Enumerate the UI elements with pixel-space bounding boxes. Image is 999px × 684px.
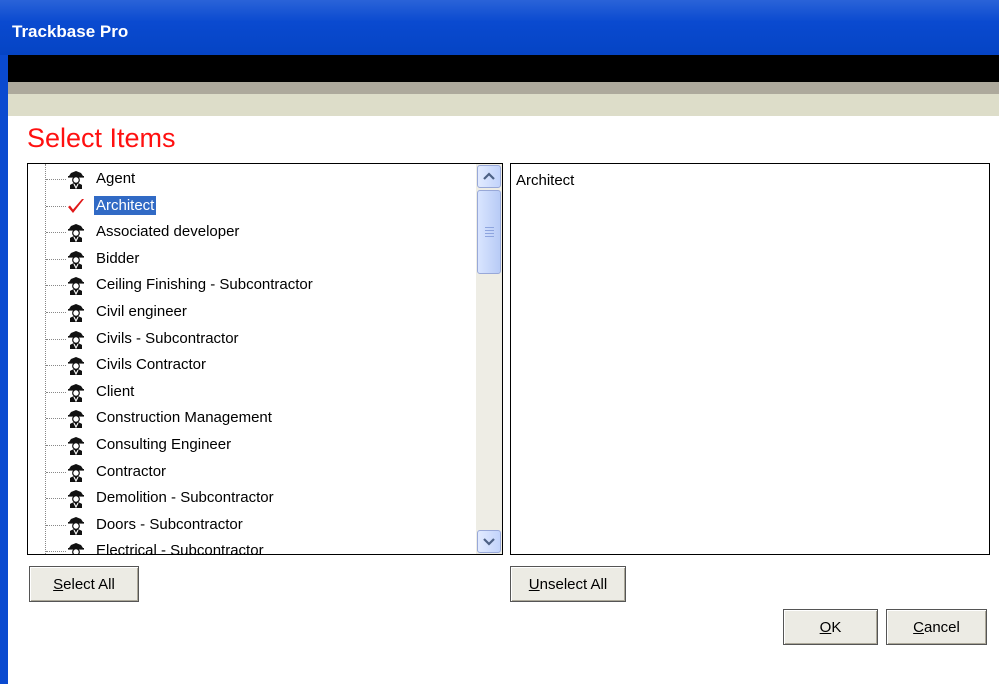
tree-item-label: Client [96,382,135,400]
tree-connector [46,232,66,234]
tree-item-label: Architect [94,195,157,215]
window-border [0,55,8,684]
person-icon [66,541,86,554]
tree-item-label: Construction Management [96,409,272,427]
tree-item[interactable]: Civil engineer [28,299,476,325]
tree-item-label: Ceiling Finishing - Subcontractor [96,276,313,294]
tree-item[interactable]: Client [28,379,476,405]
tree-item-label: Consulting Engineer [96,436,232,453]
scroll-down-button[interactable] [477,530,501,553]
ok-mnemonic: O [819,618,832,636]
cancel-button[interactable]: Cancel [886,609,987,645]
scroll-up-button[interactable] [477,165,501,188]
unselect-all-label: nselect All [539,575,608,593]
cancel-label: ancel [923,618,960,636]
tree-connector [46,258,66,260]
tree-item-label: Civils - Subcontractor [96,329,239,347]
tree-item-label: Civil engineer [96,303,187,320]
tree-connector [46,445,66,446]
tree-connector [46,179,66,180]
person-icon [66,275,86,296]
available-items-list[interactable]: Agent Architect Associated developer Bidder… [27,163,503,555]
toolbar-band [8,94,999,116]
person-icon [66,355,86,376]
page-title: Select Items [27,123,176,153]
person-icon [66,435,86,456]
tree-item[interactable]: Civils - Subcontractor [28,326,476,352]
tree-item-label: Contractor [96,462,167,480]
ok-button[interactable]: OK [783,609,878,645]
tree-item[interactable]: Architect [28,193,476,219]
cancel-mnemonic: C [913,618,924,636]
thumb-grip-line [485,236,494,237]
tree-item-label: Electrical - Subcontractor [96,542,264,554]
tree-item-label: Associated developer [96,223,240,241]
tree-item[interactable]: Bidder [28,246,476,272]
tree-item[interactable]: Electrical - Subcontractor [28,538,476,554]
unselect-all-mnemonic: U [528,575,540,593]
tree-connector [46,391,66,393]
tree-item[interactable]: Associated developer [28,219,476,245]
person-icon [66,222,86,243]
thumb-grip-line [485,227,494,228]
select-all-mnemonic: S [53,575,64,593]
person-icon [66,249,86,270]
person-icon [66,329,86,349]
ok-label: K [831,618,842,636]
chevron-down-icon [483,538,495,546]
tree-item[interactable]: Civils Contractor [28,352,476,378]
tree-item[interactable]: Agent [28,166,476,192]
tree-connector [46,471,66,473]
tree-item[interactable]: Consulting Engineer [28,432,476,458]
items-tree: Agent Architect Associated developer Bidder… [28,164,476,554]
person-icon [66,488,86,509]
scroll-thumb[interactable] [477,190,501,274]
title-bar[interactable]: Trackbase Pro [0,0,999,55]
tree-item[interactable]: Doors - Subcontractor [28,512,476,538]
tree-connector [46,338,66,340]
tree-connector [46,285,66,287]
select-all-label: elect All [63,575,115,593]
thumb-grip-line [485,230,494,231]
person-icon [66,515,86,536]
unselect-all-button[interactable]: Unselect All [510,566,626,602]
header-stripe [8,82,999,94]
checkmark-icon[interactable] [66,196,86,216]
tree-connector [46,498,66,500]
person-icon [66,382,86,403]
tree-connector [46,365,66,367]
tree-connector [46,551,66,553]
tree-item[interactable]: Ceiling Finishing - Subcontractor [28,272,476,298]
tree-item-label: Civils Contractor [96,356,207,374]
list-scrollbar[interactable] [476,164,502,554]
person-icon [66,169,86,190]
tree-item[interactable]: Construction Management [28,405,476,431]
person-icon [66,462,86,482]
thumb-grip-line [485,233,494,234]
tree-connector [46,205,66,207]
tree-item-label: Bidder [96,249,140,267]
tree-item-label: Agent [96,170,136,187]
selected-items-list[interactable]: Architect [510,163,990,555]
window-title: Trackbase Pro [12,22,129,41]
tree-item[interactable]: Contractor [28,459,476,485]
tree-connector [46,524,66,526]
tree-connector [46,418,66,420]
person-icon [66,408,86,429]
tree-item-label: Demolition - Subcontractor [96,489,274,507]
tree-connector [46,312,66,313]
chevron-up-icon [483,172,495,180]
selected-item[interactable]: Architect [516,172,574,189]
select-all-button[interactable]: Select All [29,566,139,602]
tree-item-label: Doors - Subcontractor [96,515,243,533]
tree-item[interactable]: Demolition - Subcontractor [28,485,476,511]
dialog-window: Trackbase Pro Select Items Agent Architec… [0,0,999,684]
person-icon [66,302,86,323]
header-band [8,55,999,82]
